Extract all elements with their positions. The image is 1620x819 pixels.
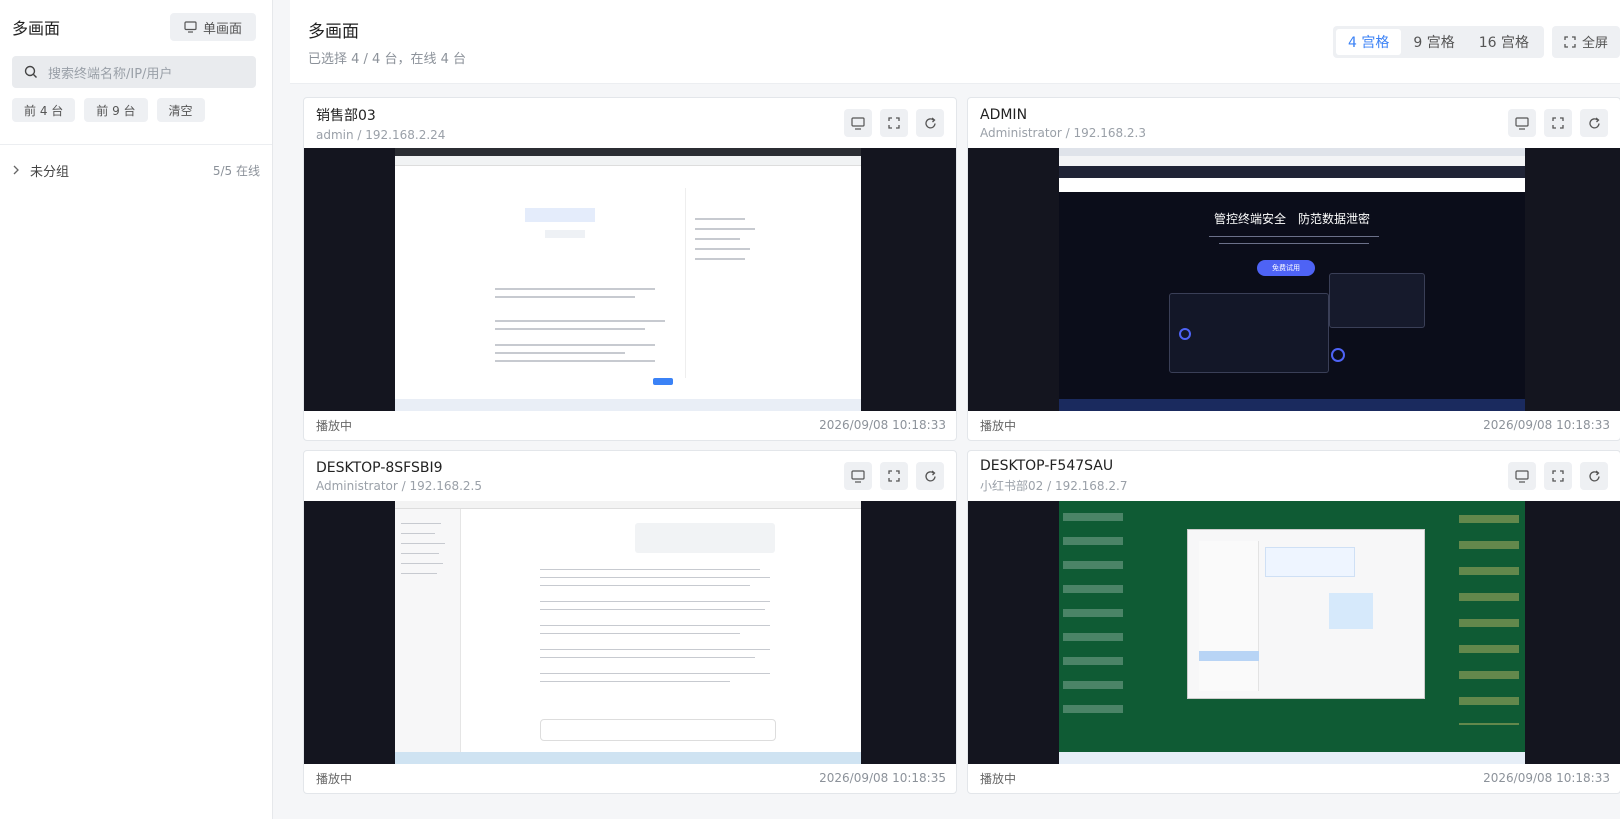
- screen-stream[interactable]: [304, 148, 956, 411]
- expand-icon: [1552, 117, 1564, 129]
- desktop-thumbnail: [395, 148, 861, 411]
- remote-control-button[interactable]: [1508, 109, 1536, 137]
- group-item-ungrouped[interactable]: 未分组 5/5 在线: [0, 145, 272, 195]
- layout-4-grid[interactable]: 4 宫格: [1336, 28, 1402, 55]
- maximize-button[interactable]: [880, 109, 908, 137]
- fullscreen-button[interactable]: 全屏: [1551, 25, 1620, 58]
- search-input[interactable]: 搜索终端名称/IP/用户: [12, 56, 256, 88]
- selection-summary: 已选择 4 / 4 台，在线 4 台: [308, 51, 466, 67]
- clear-button[interactable]: 清空: [156, 98, 205, 122]
- refresh-button[interactable]: [916, 109, 944, 137]
- refresh-icon: [1588, 116, 1600, 128]
- maximize-button[interactable]: [880, 462, 908, 490]
- monitor-icon: [1515, 469, 1529, 483]
- sidebar-title: 多画面: [12, 19, 61, 38]
- quick-filters: 前 4 台 前 9 台 清空: [0, 88, 272, 132]
- monitor-icon: [1515, 116, 1529, 130]
- topbar: 多画面 已选择 4 / 4 台，在线 4 台 4 宫格 9 宫格 16 宫格 全…: [290, 0, 1620, 84]
- stream-timestamp: 2026/09/08 10:18:33: [1483, 418, 1610, 432]
- monitor-icon: [184, 21, 197, 33]
- sidebar-header: 多画面 单画面: [0, 0, 272, 42]
- search-placeholder: 搜索终端名称/IP/用户: [48, 66, 173, 82]
- desktop-thumbnail: [1059, 501, 1525, 764]
- refresh-button[interactable]: [1580, 109, 1608, 137]
- terminal-user-ip: Administrator / 192.168.2.5: [316, 478, 482, 493]
- main-area: 多画面 已选择 4 / 4 台，在线 4 台 4 宫格 9 宫格 16 宫格 全…: [290, 0, 1620, 819]
- sidebar: 多画面 单画面 搜索终端名称/IP/用户 前 4 台 前 9 台 清空 未分组 …: [0, 0, 273, 819]
- terminal-card: DESKTOP-F547SAU 小红书部02 / 192.168.2.7 播放中…: [967, 450, 1620, 794]
- stream-timestamp: 2026/09/08 10:18:33: [819, 418, 946, 432]
- expand-icon: [1564, 35, 1576, 48]
- remote-control-button[interactable]: [1508, 462, 1536, 490]
- refresh-icon: [1588, 469, 1600, 481]
- screen-stream[interactable]: [968, 501, 1620, 764]
- top-4-button[interactable]: 前 4 台: [12, 98, 76, 122]
- free-trial-button: 免费试用: [1257, 260, 1315, 276]
- monitor-icon: [851, 469, 865, 483]
- terminal-name: DESKTOP-8SFSBI9: [316, 459, 443, 476]
- terminal-card: 销售部03 admin / 192.168.2.24 播放中 2026/09/0…: [303, 97, 957, 441]
- terminal-name: DESKTOP-F547SAU: [980, 458, 1114, 474]
- stream-timestamp: 2026/09/08 10:18:35: [819, 771, 946, 785]
- terminal-user-ip: admin / 192.168.2.24: [316, 127, 446, 142]
- stream-status: 播放中: [316, 771, 353, 786]
- expand-icon: [1552, 470, 1564, 482]
- stream-status: 播放中: [980, 418, 1017, 433]
- terminal-name: ADMIN: [980, 106, 1028, 123]
- single-view-button[interactable]: 单画面: [169, 13, 256, 41]
- single-view-label: 单画面: [202, 21, 242, 37]
- screen-stream[interactable]: [304, 501, 956, 764]
- top-9-button[interactable]: 前 9 台: [84, 98, 148, 122]
- terminal-user-ip: Administrator / 192.168.2.3: [980, 125, 1146, 140]
- monitor-icon: [851, 116, 865, 130]
- terminal-name: 销售部03: [316, 107, 376, 124]
- hero-headline: 管控终端安全 防范数据泄密: [1213, 212, 1370, 226]
- maximize-button[interactable]: [1544, 462, 1572, 490]
- expand-icon: [888, 117, 900, 129]
- remote-control-button[interactable]: [844, 109, 872, 137]
- refresh-button[interactable]: [1580, 462, 1608, 490]
- terminal-card: ADMIN Administrator / 192.168.2.3 管控终端安全…: [967, 97, 1620, 441]
- group-online-count: 5/5 在线: [212, 163, 260, 178]
- search-icon: [24, 65, 37, 78]
- refresh-icon: [924, 469, 936, 481]
- layout-9-grid[interactable]: 9 宫格: [1401, 29, 1466, 55]
- page-title: 多画面: [308, 21, 359, 42]
- screen-stream[interactable]: 管控终端安全 防范数据泄密 免费试用: [968, 148, 1620, 411]
- chevron-right-icon: [13, 165, 19, 175]
- stream-status: 播放中: [980, 771, 1017, 786]
- refresh-button[interactable]: [916, 462, 944, 490]
- stream-timestamp: 2026/09/08 10:18:33: [1483, 771, 1610, 785]
- stream-status: 播放中: [316, 418, 353, 433]
- fullscreen-label: 全屏: [1581, 36, 1608, 51]
- refresh-icon: [924, 116, 936, 128]
- group-name: 未分组: [30, 164, 70, 180]
- maximize-button[interactable]: [1544, 109, 1572, 137]
- remote-control-button[interactable]: [844, 462, 872, 490]
- desktop-thumbnail: 管控终端安全 防范数据泄密 免费试用: [1059, 148, 1525, 411]
- expand-icon: [888, 470, 900, 482]
- terminal-user-ip: 小红书部02 / 192.168.2.7: [980, 479, 1128, 493]
- terminal-card: DESKTOP-8SFSBI9 Administrator / 192.168.…: [303, 450, 957, 794]
- layout-16-grid[interactable]: 16 宫格: [1467, 29, 1541, 55]
- layout-switcher: 4 宫格 9 宫格 16 宫格: [1333, 25, 1544, 58]
- desktop-thumbnail: [395, 501, 861, 764]
